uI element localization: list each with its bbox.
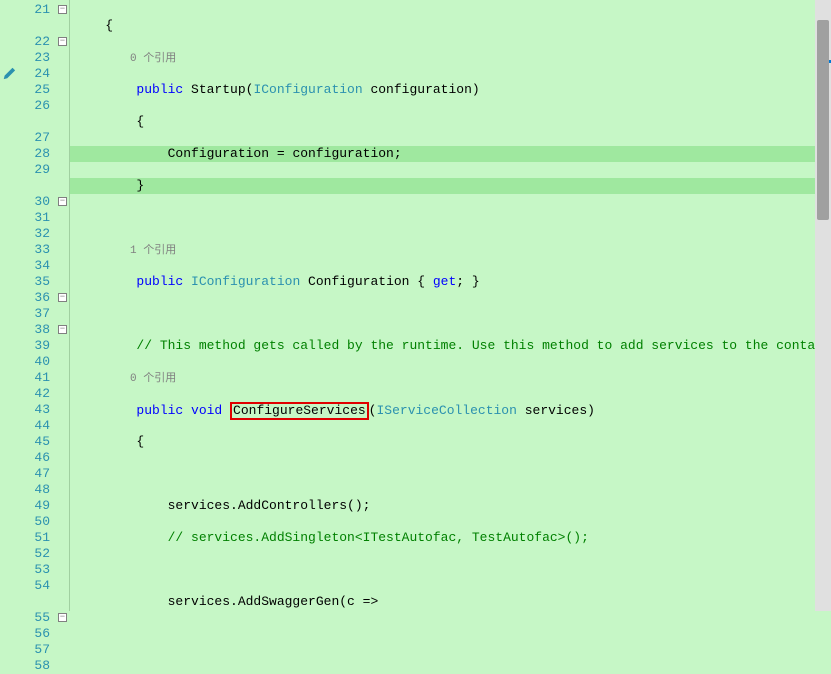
line-number: 23 <box>18 50 50 66</box>
code-line-current: Configuration = configuration; <box>70 146 831 162</box>
codelens[interactable]: 0 个引用 <box>74 53 176 65</box>
code-line <box>70 466 831 482</box>
line-number: 51 <box>18 530 50 546</box>
breakpoint-margin[interactable] <box>0 0 18 611</box>
fold-toggle[interactable]: − <box>58 37 67 46</box>
line-number: 30 <box>18 194 50 210</box>
line-number: 49 <box>18 498 50 514</box>
line-number: 34 <box>18 258 50 274</box>
line-number: 57 <box>18 642 50 658</box>
code-line: public Startup(IConfiguration configurat… <box>70 82 831 98</box>
line-number: 42 <box>18 386 50 402</box>
codelens[interactable]: 1 个引用 <box>74 245 176 257</box>
fold-toggle[interactable]: − <box>58 325 67 334</box>
line-number: 38 <box>18 322 50 338</box>
code-line: public void ConfigureServices(IServiceCo… <box>70 402 831 418</box>
code-line: { <box>70 18 831 34</box>
pencil-icon <box>2 66 16 80</box>
fold-toggle[interactable]: − <box>58 613 67 622</box>
line-number <box>18 114 50 130</box>
line-number: 48 <box>18 482 50 498</box>
line-number <box>18 594 50 610</box>
codelens[interactable]: 0 个引用 <box>74 373 176 385</box>
line-number: 32 <box>18 226 50 242</box>
line-number: 54 <box>18 578 50 594</box>
line-number: 33 <box>18 242 50 258</box>
code-line: 1 个引用 <box>70 242 831 258</box>
line-number: 55 <box>18 610 50 626</box>
code-line: { <box>70 434 831 450</box>
code-editor[interactable]: { 0 个引用 public Startup(IConfiguration co… <box>70 0 831 611</box>
line-number: 27 <box>18 130 50 146</box>
line-number: 35 <box>18 274 50 290</box>
line-number: 22 <box>18 34 50 50</box>
line-number: 37 <box>18 306 50 322</box>
code-line <box>70 562 831 578</box>
line-number: 46 <box>18 450 50 466</box>
line-number: 31 <box>18 210 50 226</box>
line-number <box>18 178 50 194</box>
line-number: 21 <box>18 2 50 18</box>
line-number: 56 <box>18 626 50 642</box>
code-line: 0 个引用 <box>70 370 831 386</box>
line-number: 25 <box>18 82 50 98</box>
line-number: 52 <box>18 546 50 562</box>
line-number: 41 <box>18 370 50 386</box>
code-line: // services.AddSingleton<ITestAutofac, T… <box>70 530 831 546</box>
fold-column[interactable]: −−−−−− <box>56 0 70 611</box>
line-number: 58 <box>18 658 50 674</box>
code-line <box>70 306 831 322</box>
code-line: } <box>70 178 831 194</box>
line-number: 43 <box>18 402 50 418</box>
fold-toggle[interactable]: − <box>58 197 67 206</box>
line-number: 39 <box>18 338 50 354</box>
fold-toggle[interactable]: − <box>58 5 67 14</box>
line-number: 28 <box>18 146 50 162</box>
code-line: { <box>70 114 831 130</box>
line-number: 53 <box>18 562 50 578</box>
line-number <box>18 18 50 34</box>
code-line: services.AddControllers(); <box>70 498 831 514</box>
code-line: // This method gets called by the runtim… <box>70 338 831 354</box>
code-line <box>70 210 831 226</box>
line-number: 26 <box>18 98 50 114</box>
fold-toggle[interactable]: − <box>58 293 67 302</box>
vertical-scrollbar[interactable] <box>815 0 831 611</box>
line-number: 36 <box>18 290 50 306</box>
line-number: 45 <box>18 434 50 450</box>
line-number: 50 <box>18 514 50 530</box>
line-number: 29 <box>18 162 50 178</box>
code-line: 0 个引用 <box>70 50 831 66</box>
code-line: services.AddSwaggerGen(c => <box>70 594 831 610</box>
line-number: 40 <box>18 354 50 370</box>
line-number: 44 <box>18 418 50 434</box>
scrollbar-thumb[interactable] <box>817 20 829 220</box>
line-number: 24 <box>18 66 50 82</box>
highlighted-method-box: ConfigureServices <box>230 402 369 420</box>
code-line: public IConfiguration Configuration { ge… <box>70 274 831 290</box>
line-number: 47 <box>18 466 50 482</box>
line-number-gutter: 21 2223242526 272829 3031323334353637383940… <box>18 0 56 611</box>
